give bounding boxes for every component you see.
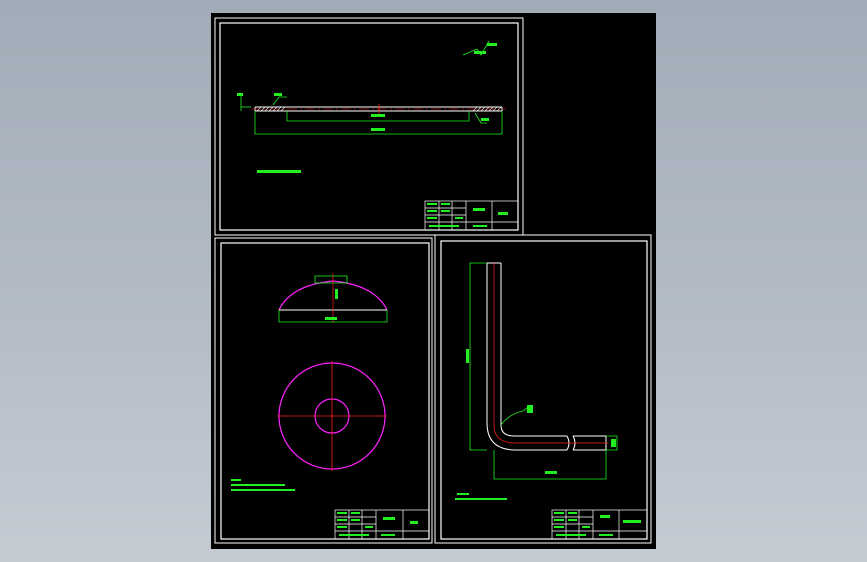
sheet-1-inner-border bbox=[219, 22, 519, 231]
sheet-2 bbox=[214, 237, 433, 544]
bent-pipe-view bbox=[486, 262, 608, 451]
sheet-2-notes bbox=[231, 479, 295, 491]
sheet-3-outer-border bbox=[434, 234, 652, 544]
technical-note bbox=[257, 170, 301, 173]
sheet-3-inner-border bbox=[440, 240, 648, 540]
dome-top-view bbox=[277, 361, 387, 471]
sheet-3-dimensions bbox=[469, 262, 618, 480]
sheet-1-dimensions bbox=[240, 40, 503, 135]
sheet-3-dimension-labels bbox=[466, 349, 616, 474]
sheet-3 bbox=[434, 234, 652, 544]
sheet-3-notes bbox=[455, 493, 507, 500]
drawing-canvas bbox=[214, 17, 652, 544]
sheet-1 bbox=[214, 17, 524, 236]
sheet-1-outer-border bbox=[214, 17, 524, 236]
cad-viewport[interactable] bbox=[211, 13, 656, 549]
sheet-2-outer-border bbox=[214, 237, 433, 544]
dome-side-view bbox=[278, 273, 388, 323]
pipe-straight-view bbox=[251, 104, 506, 114]
sheet-2-inner-border bbox=[220, 242, 430, 540]
